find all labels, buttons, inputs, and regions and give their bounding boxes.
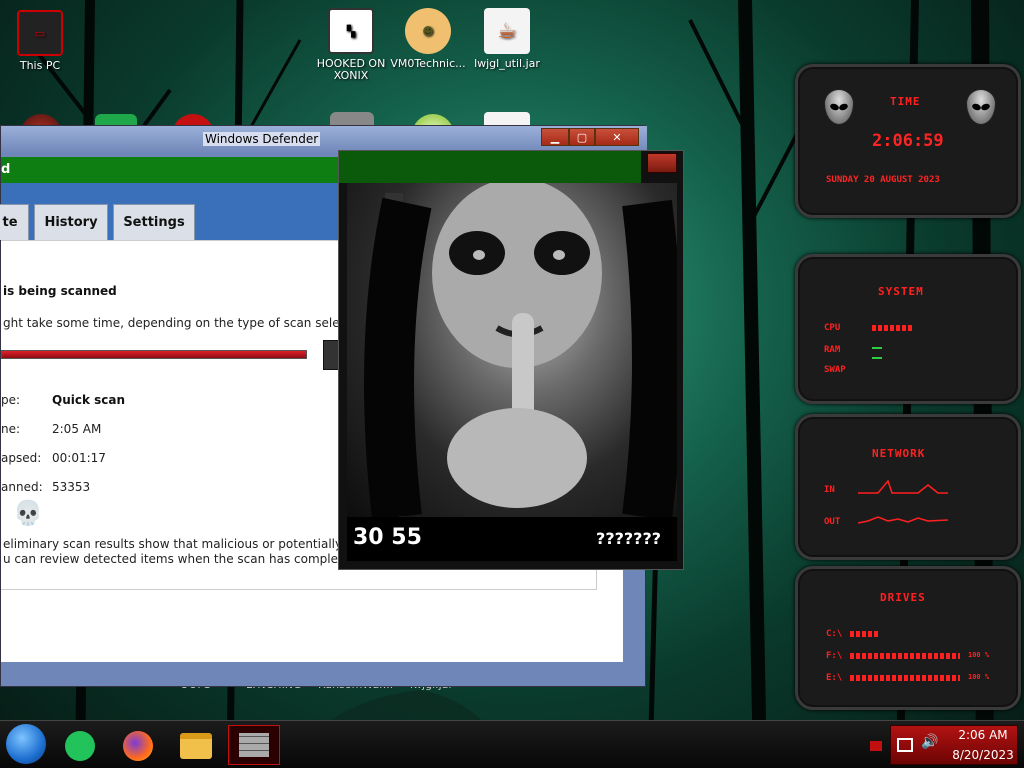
tab-label: History: [44, 215, 98, 230]
monitor-icon: ▭: [17, 10, 63, 56]
face-illustration: [364, 183, 677, 517]
skull-icon: 💀: [13, 499, 43, 527]
network-in-label: IN: [824, 485, 835, 495]
desktop-icon-hooked-on-xonix[interactable]: ▚ HOOKED ON XONIX: [311, 8, 391, 82]
drives-gadget[interactable]: DRIVES C:\ F:\ 100 % E:\ 100 %: [795, 566, 1021, 710]
image-popup-footer: 30 55 ???????: [347, 517, 677, 561]
ram-label: RAM: [824, 345, 841, 355]
taskbar: 🔊 2:06 AM 8/20/2023: [0, 720, 1024, 768]
swap-label: SWAP: [824, 365, 846, 375]
start-button[interactable]: [4, 724, 48, 764]
drive-e-percent: 100 %: [968, 673, 990, 681]
start-time-value: 2:05 AM: [52, 422, 102, 436]
tab-label: Settings: [123, 215, 185, 230]
scan-note: ght take some time, depending on the typ…: [3, 316, 370, 330]
taskbar-chat-app[interactable]: [58, 727, 102, 765]
system-tray: 🔊 2:06 AM 8/20/2023: [890, 725, 1018, 765]
drive-f-bar: [850, 653, 960, 659]
image-popup-window: 30 55 ???????: [338, 150, 684, 570]
desktop-icon-label: lwjgl_util.jar: [474, 57, 540, 70]
desktop-icon-lwjgl-util-jar[interactable]: ☕ lwjgl_util.jar: [467, 8, 547, 70]
person-icon: ☻: [405, 8, 451, 54]
warning-text-line2: u can review detected items when the sca…: [3, 552, 362, 566]
folder-icon: [180, 733, 212, 759]
scan-heading: is being scanned: [3, 284, 117, 298]
tab-settings[interactable]: Settings: [113, 204, 195, 240]
drive-c-label: C:\: [826, 629, 843, 639]
taskbar-clock-time[interactable]: 2:06 AM: [949, 728, 1017, 742]
chat-icon: [65, 731, 95, 761]
close-button[interactable]: [647, 153, 677, 173]
network-out-label: OUT: [824, 517, 841, 527]
desktop-icon-label: VM0Technic...: [390, 57, 466, 70]
start-time-label: ne:: [1, 422, 21, 436]
desktop-icon-label: This PC: [19, 59, 61, 72]
tab-history[interactable]: History: [34, 204, 108, 240]
drive-e-label: E:\: [826, 673, 843, 683]
cpu-usage-bar: [872, 325, 912, 331]
desktop-icon-this-pc[interactable]: ▭ This PC: [0, 10, 80, 72]
counter-text: 30 55: [353, 525, 422, 550]
close-button[interactable]: ✕: [595, 128, 639, 146]
tab-label: te: [2, 215, 18, 230]
time-elapsed-value: 00:01:17: [52, 451, 106, 465]
scan-progress-fill: [2, 351, 306, 358]
taskbar-firefox[interactable]: [116, 727, 160, 765]
cpu-label: CPU: [824, 323, 841, 333]
system-gadget[interactable]: SYSTEM CPU RAM SWAP: [795, 254, 1021, 404]
tab-update[interactable]: te: [0, 204, 29, 240]
drive-e-bar: [850, 675, 960, 681]
drive-f-percent: 100 %: [968, 651, 990, 659]
desktop-icon-label: HOOKED ON XONIX: [316, 57, 386, 82]
time-elapsed-label: apsed:: [1, 451, 42, 465]
network-icon[interactable]: [897, 738, 913, 752]
defender-window-title: Windows Defender: [203, 132, 321, 146]
network-gadget[interactable]: NETWORK IN OUT: [795, 414, 1021, 560]
firefox-icon: [123, 731, 153, 761]
java-icon: ☕: [484, 8, 530, 54]
time-gadget-clock: 2:06:59: [872, 131, 944, 151]
brick-wall-icon: [239, 733, 269, 757]
drive-c-bar: [850, 631, 880, 637]
ram-usage-bar: [872, 347, 882, 349]
start-orb-icon: [6, 724, 46, 764]
swap-usage-bar: [872, 357, 882, 359]
items-scanned-value: 53353: [52, 480, 91, 494]
volume-icon[interactable]: 🔊: [921, 734, 938, 750]
drive-f-label: F:\: [826, 651, 843, 661]
xonix-icon: ▚: [328, 8, 374, 54]
time-gadget[interactable]: TIME 2:06:59 SUNDAY 20 AUGUST 2023: [795, 64, 1021, 218]
question-text: ???????: [596, 529, 661, 548]
scan-type-label: pe:: [1, 393, 21, 407]
alien-head-icon: [824, 89, 854, 125]
drives-gadget-title: DRIVES: [880, 591, 926, 604]
time-gadget-title: TIME: [890, 95, 921, 108]
defender-status-text: d: [1, 162, 11, 177]
network-out-graph: [858, 516, 948, 524]
scan-progress-bar: [1, 350, 307, 359]
network-in-graph: [858, 479, 948, 494]
show-hidden-icons-button[interactable]: [870, 741, 882, 751]
taskbar-file-explorer[interactable]: [174, 727, 218, 765]
taskbar-clock-date[interactable]: 8/20/2023: [949, 748, 1017, 762]
items-scanned-label: anned:: [1, 480, 43, 494]
minimize-button[interactable]: ▁: [541, 128, 569, 146]
desktop-icon-vm0technic[interactable]: ☻ VM0Technic...: [388, 8, 468, 70]
time-gadget-date: SUNDAY 20 AUGUST 2023: [826, 175, 940, 185]
scan-type-value: Quick scan: [52, 393, 126, 407]
network-gadget-title: NETWORK: [872, 447, 926, 460]
system-gadget-title: SYSTEM: [878, 285, 924, 298]
image-popup-titlebar[interactable]: [339, 151, 641, 183]
maximize-button[interactable]: ▢: [569, 128, 595, 146]
alien-head-icon: [966, 89, 996, 125]
taskbar-active-app[interactable]: [228, 725, 280, 765]
creepy-face-image: [347, 183, 677, 517]
